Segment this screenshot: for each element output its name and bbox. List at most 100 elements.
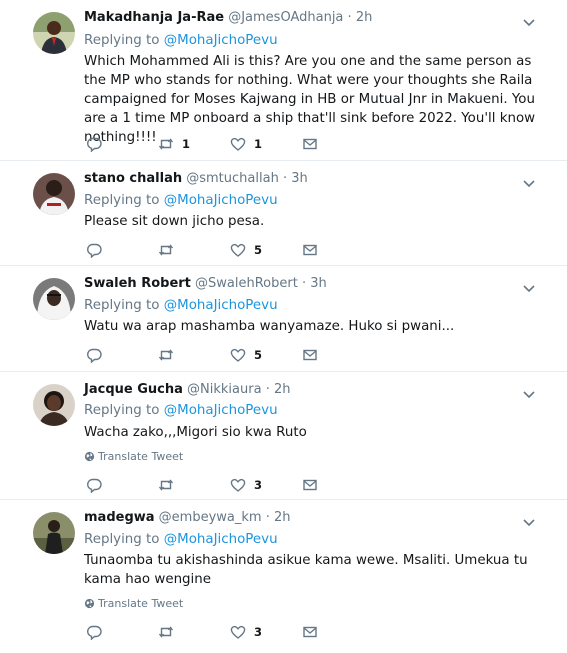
heart-icon	[230, 348, 246, 362]
envelope-icon	[303, 349, 317, 361]
direct-message-button[interactable]	[302, 475, 318, 495]
separator-dot: ·	[282, 171, 288, 186]
replying-to: Replying to @MohaJichoPevu	[84, 193, 278, 208]
like-button[interactable]: 3	[230, 622, 262, 642]
retweet-count: 1	[182, 137, 191, 151]
retweet-icon	[158, 626, 174, 638]
reply-button[interactable]	[86, 622, 110, 642]
separator-dot: ·	[347, 10, 352, 25]
avatar[interactable]	[33, 12, 75, 54]
separator-dot: ·	[265, 382, 270, 397]
direct-message-button[interactable]	[302, 240, 318, 260]
replying-to: Replying to @MohaJichoPevu	[84, 298, 278, 313]
retweet-button[interactable]	[158, 622, 182, 642]
chevron-down-icon[interactable]	[523, 173, 535, 192]
translate-tweet-link[interactable]: Translate Tweet	[84, 450, 183, 463]
user-handle[interactable]: @SwalehRobert	[195, 276, 298, 291]
retweet-button[interactable]	[158, 475, 182, 495]
translate-label: Translate Tweet	[98, 597, 184, 610]
replying-to: Replying to @MohaJichoPevu	[84, 403, 278, 418]
tweet-header: Swaleh Robert @SwalehRobert · 3h	[84, 276, 327, 291]
tweet-header: Makadhanja Ja-Rae @JamesOAdhanja · 2h	[84, 10, 372, 25]
avatar[interactable]	[33, 173, 75, 215]
like-count: 3	[254, 625, 263, 639]
replying-to-link[interactable]: @MohaJichoPevu	[164, 193, 278, 208]
display-name[interactable]: Jacque Gucha	[84, 382, 183, 397]
direct-message-button[interactable]	[302, 345, 318, 365]
retweet-icon	[158, 138, 174, 150]
envelope-icon	[303, 244, 317, 256]
user-handle[interactable]: @embeywa_km	[159, 510, 262, 525]
like-count: 3	[254, 478, 263, 492]
chevron-down-icon[interactable]	[523, 12, 535, 31]
reply-button[interactable]	[86, 345, 110, 365]
user-handle[interactable]: @Nikkiaura	[187, 382, 262, 397]
tweet-text: Wacha zako,,,Migori sio kwa Ruto	[84, 425, 307, 440]
separator-dot: ·	[265, 510, 270, 525]
replying-to-label: Replying to	[84, 532, 160, 547]
like-count: 1	[254, 137, 263, 151]
chevron-down-icon[interactable]	[523, 278, 535, 297]
avatar[interactable]	[33, 512, 75, 554]
user-handle[interactable]: @smtuchallah	[186, 171, 279, 186]
heart-icon	[230, 243, 246, 257]
tweet-header: stano challah @smtuchallah · 3h	[84, 171, 308, 186]
replying-to-link[interactable]: @MohaJichoPevu	[164, 532, 278, 547]
display-name[interactable]: Makadhanja Ja-Rae	[84, 10, 224, 25]
reply-button[interactable]	[86, 240, 110, 260]
reply-icon	[87, 478, 102, 493]
like-count: 5	[254, 348, 263, 362]
replying-to-link[interactable]: @MohaJichoPevu	[164, 403, 278, 418]
retweet-icon	[158, 479, 174, 491]
tweet-header: Jacque Gucha @Nikkiaura · 2h	[84, 382, 291, 397]
replying-to-label: Replying to	[84, 33, 160, 48]
envelope-icon	[303, 138, 317, 150]
tweet[interactable]: stano challah @smtuchallah · 3h Replying…	[0, 161, 567, 266]
timestamp[interactable]: 3h	[291, 171, 308, 186]
user-handle[interactable]: @JamesOAdhanja	[228, 10, 343, 25]
globe-icon	[84, 598, 95, 609]
timestamp[interactable]: 2h	[356, 10, 373, 25]
retweet-icon	[158, 244, 174, 256]
envelope-icon	[303, 626, 317, 638]
like-button[interactable]: 5	[230, 240, 262, 260]
display-name[interactable]: stano challah	[84, 171, 182, 186]
avatar[interactable]	[33, 384, 75, 426]
like-button[interactable]: 5	[230, 345, 262, 365]
like-button[interactable]: 1	[230, 134, 262, 154]
replying-to-link[interactable]: @MohaJichoPevu	[164, 298, 278, 313]
envelope-icon	[303, 479, 317, 491]
avatar[interactable]	[33, 278, 75, 320]
translate-tweet-link[interactable]: Translate Tweet	[84, 597, 183, 610]
display-name[interactable]: madegwa	[84, 510, 155, 525]
tweet[interactable]: Swaleh Robert @SwalehRobert · 3h Replyin…	[0, 266, 567, 372]
retweet-button[interactable]: 1	[158, 134, 190, 154]
chevron-down-icon[interactable]	[523, 512, 535, 531]
reply-button[interactable]	[86, 134, 110, 154]
display-name[interactable]: Swaleh Robert	[84, 276, 191, 291]
replying-to: Replying to @MohaJichoPevu	[84, 532, 278, 547]
heart-icon	[230, 137, 246, 151]
tweet[interactable]: Makadhanja Ja-Rae @JamesOAdhanja · 2h Re…	[0, 0, 567, 161]
replying-to-link[interactable]: @MohaJichoPevu	[164, 33, 278, 48]
timestamp[interactable]: 2h	[274, 382, 291, 397]
retweet-button[interactable]	[158, 240, 182, 260]
direct-message-button[interactable]	[302, 622, 318, 642]
heart-icon	[230, 478, 246, 492]
translate-label: Translate Tweet	[98, 450, 184, 463]
timestamp[interactable]: 3h	[310, 276, 327, 291]
tweet-text: Tunaomba tu akishashinda asikue kama wew…	[84, 553, 528, 587]
tweet[interactable]: Jacque Gucha @Nikkiaura · 2h Replying to…	[0, 372, 567, 500]
tweet-text: Which Mohammed Ali is this? Are you one …	[84, 54, 536, 145]
reply-button[interactable]	[86, 475, 110, 495]
like-button[interactable]: 3	[230, 475, 262, 495]
timestamp[interactable]: 2h	[274, 510, 291, 525]
retweet-button[interactable]	[158, 345, 182, 365]
tweet-text: Watu wa arap mashamba wanyamaze. Huko si…	[84, 319, 455, 334]
replying-to-label: Replying to	[84, 403, 160, 418]
reply-icon	[87, 243, 102, 258]
tweet-text: Please sit down jicho pesa.	[84, 214, 265, 229]
tweet[interactable]: madegwa @embeywa_km · 2h Replying to @Mo…	[0, 500, 567, 653]
direct-message-button[interactable]	[302, 134, 318, 154]
chevron-down-icon[interactable]	[523, 384, 535, 403]
